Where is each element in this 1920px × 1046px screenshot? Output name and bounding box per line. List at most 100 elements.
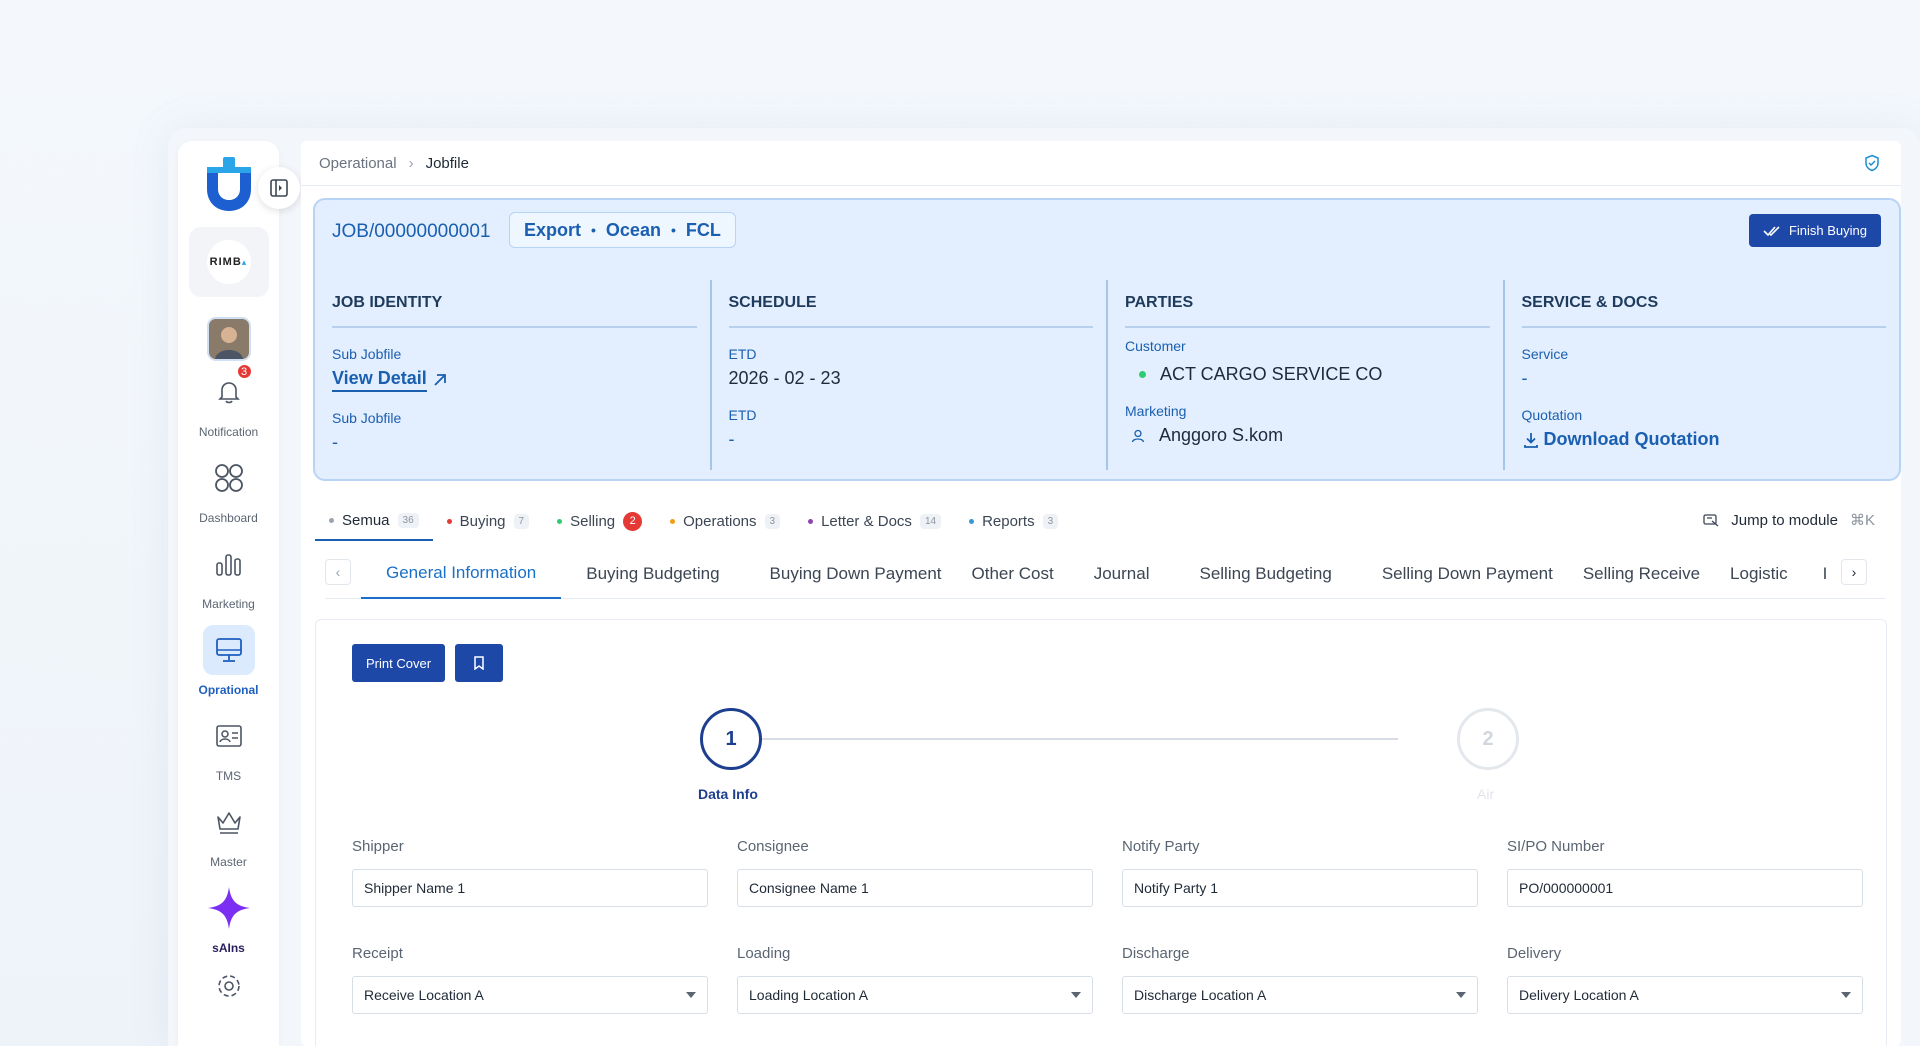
crown-icon [216,812,241,834]
tab-selling-down-payment[interactable]: Selling Down Payment [1357,549,1578,599]
step-1-circle[interactable]: 1 [700,708,762,770]
monitor-icon [215,638,242,662]
tab-dot [446,518,452,524]
breadcrumb-parent[interactable]: Operational [319,155,397,172]
select-value: Delivery Location A [1519,987,1639,1003]
module-tab-label: Letter & Docs [821,512,912,530]
tab-logistic[interactable]: Logistic [1715,549,1813,599]
view-detail-label: View Detail [332,368,427,392]
module-tab-letter-docs[interactable]: Letter & Docs 14 [794,501,955,541]
discharge-select[interactable]: Discharge Location A [1122,976,1478,1014]
field-label: Sub Jobfile [332,410,402,426]
app-logo [206,157,251,211]
field-label: Quotation [1521,407,1583,423]
receipt-field: Receipt Receive Location A [352,945,708,1014]
tab-overflow[interactable]: I [1813,549,1838,599]
nav-label: Dashboard [199,511,258,525]
consignee-input[interactable]: Consignee Name 1 [737,869,1093,907]
consignee-field: Consignee Consignee Name 1 [737,838,1093,907]
form-grid: Shipper Shipper Name 1 Consignee Consign… [352,838,1864,1046]
nav-master[interactable]: Master [179,797,279,869]
nav-tms[interactable]: TMS [179,711,279,783]
module-tab-reports[interactable]: Reports 3 [955,501,1072,541]
jump-icon [1703,514,1719,527]
si-po-number-input[interactable]: PO/000000001 [1507,869,1863,907]
tab-dot [969,518,975,524]
receipt-select[interactable]: Receive Location A [352,976,708,1014]
tab-buying-budgeting[interactable]: Buying Budgeting [561,549,744,599]
tab-buying-down-payment[interactable]: Buying Down Payment [745,549,967,599]
module-tab-operations[interactable]: Operations 3 [656,501,794,541]
module-tab-buying[interactable]: Buying 7 [433,501,543,541]
field-label: Customer [1125,338,1186,354]
marketing-name: Anggoro S.kom [1159,425,1284,445]
step-connector [708,738,1398,740]
sidebar: RIMB ▴ 3 Notification Dashboard Marketin… [178,141,300,1046]
shipper-input[interactable]: Shipper Name 1 [352,869,708,907]
tab-dot [808,518,814,524]
nav-operational[interactable]: Oprational [179,625,279,697]
org-name: RIMB [209,256,242,268]
select-value: Loading Location A [749,987,869,1003]
nav-settings[interactable] [179,971,279,1001]
scroll-right-button[interactable]: › [1841,559,1867,585]
module-tab-semua[interactable]: Semua 36 [315,501,433,541]
module-tab-label: Buying [459,512,506,530]
module-tab-count: 2 [623,511,643,531]
form-row: Receipt Receive Location A Loading Loadi… [352,945,1864,1014]
nav-label: Notification [198,425,259,439]
tab-selling-receive[interactable]: Selling Receive [1578,549,1715,599]
loading-select[interactable]: Loading Location A [737,976,1093,1014]
nav-dashboard[interactable]: Dashboard [179,453,279,525]
finish-buying-button[interactable]: Finish Buying [1748,214,1881,247]
module-tab-label: Semua [342,511,390,529]
si-po-number-field: SI/PO Number PO/000000001 [1507,838,1863,907]
field-label: Consignee [737,838,809,855]
nav-label: sAIns [212,941,245,955]
job-identity-section: JOB IDENTITY Sub Jobfile View Detail Sub… [315,280,712,470]
org-switcher[interactable]: RIMB ▴ [188,227,269,297]
nav-sains[interactable]: sAIns [179,883,279,955]
nav-marketing[interactable]: Marketing [179,539,279,611]
stepper: 1 Data Info 2 Air [316,708,1886,802]
user-avatar[interactable] [206,317,251,361]
tab-dot [670,518,676,524]
shield-check-icon[interactable] [1863,154,1881,172]
caret-down-icon [1456,992,1466,998]
service-value: - [1521,368,1528,388]
bookmark-icon [474,656,484,670]
tab-journal[interactable]: Journal [1069,549,1175,599]
caret-down-icon [1071,992,1081,998]
bookmark-button[interactable] [455,644,503,682]
tab-dot [557,518,563,524]
tab-selling-budgeting[interactable]: Selling Budgeting [1174,549,1356,599]
service-docs-section: SERVICE & DOCS Service - Quotation Downl… [1505,280,1900,470]
scroll-left-button[interactable]: ‹ [325,559,351,585]
print-cover-button[interactable]: Print Cover [352,644,446,682]
delivery-select[interactable]: Delivery Location A [1507,976,1863,1014]
notify-party-input[interactable]: Notify Party 1 [1122,869,1478,907]
view-detail-link[interactable]: View Detail [332,368,697,392]
step-2-circle[interactable]: 2 [1457,708,1519,770]
module-tab-selling[interactable]: Selling 2 [543,501,656,541]
marketing-value: Anggoro S.kom [1125,425,1490,446]
module-tab-label: Selling [570,512,616,530]
tag-export: Export [524,219,582,240]
org-logo: RIMB ▴ [206,240,251,284]
jump-to-module-button[interactable]: Jump to module ⌘K [1703,511,1875,529]
field-label: Sub Jobfile [332,346,402,362]
nav-notification[interactable]: 3 Notification [179,363,279,439]
shortcut-hint: ⌘K [1849,512,1875,529]
field-label: Marketing [1125,403,1187,419]
collapse-sidebar-button[interactable] [258,167,300,209]
download-quotation-link[interactable]: Download Quotation [1522,429,1887,450]
bar-chart-icon [215,554,241,576]
discharge-field: Discharge Discharge Location A [1122,945,1478,1014]
tab-other-cost[interactable]: Other Cost [967,549,1069,599]
field-label: Loading [737,945,791,962]
select-value: Discharge Location A [1134,987,1267,1003]
caret-down-icon [686,992,696,998]
notification-badge: 3 [235,363,253,380]
dot-separator: • [670,222,676,238]
tab-general-information[interactable]: General Information [361,549,562,599]
